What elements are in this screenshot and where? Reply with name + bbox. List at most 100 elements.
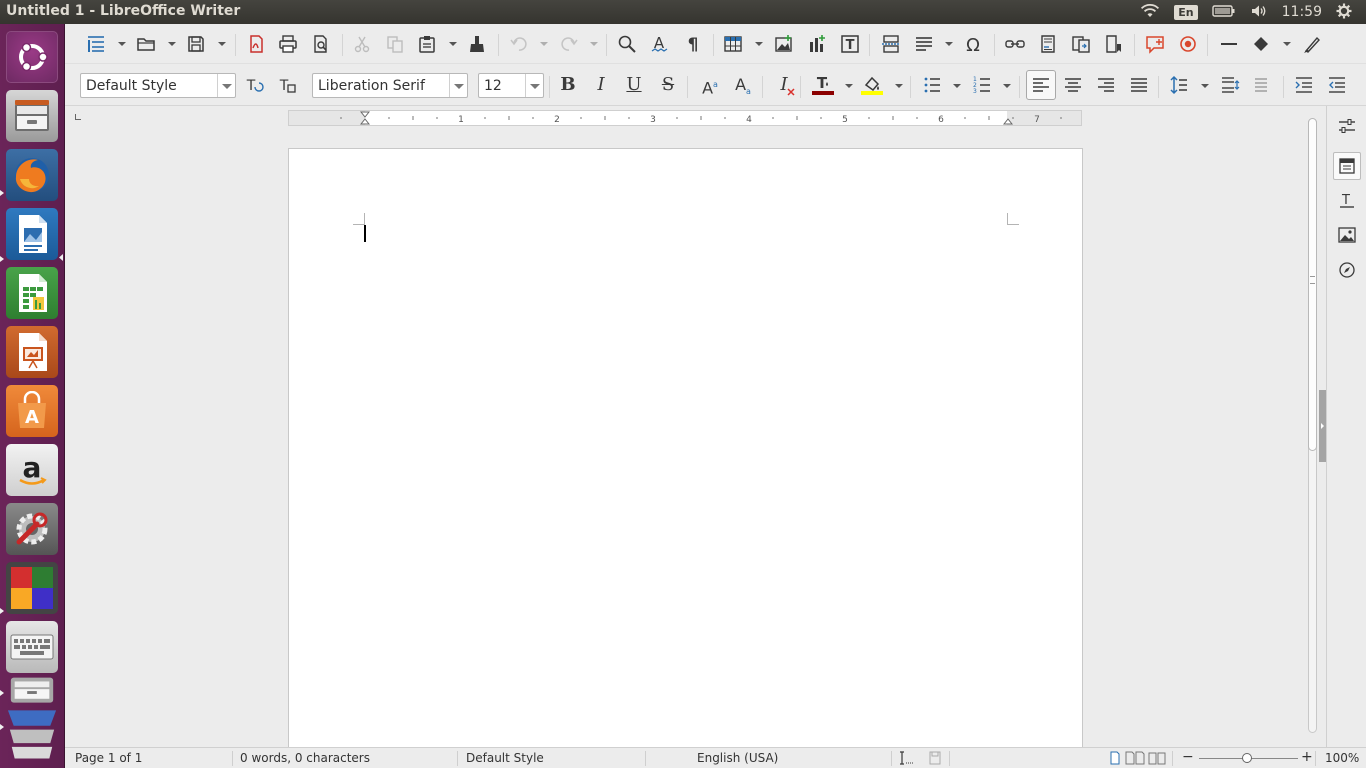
zoom-slider-knob[interactable] — [1242, 753, 1252, 763]
insert-special-character-icon[interactable]: Ω — [961, 32, 985, 56]
impress-launcher[interactable] — [6, 326, 58, 378]
insert-chart-icon[interactable] — [805, 32, 829, 56]
basic-shapes-diamond-icon[interactable] — [1249, 32, 1273, 56]
scrollbar-thumb[interactable] — [1308, 118, 1317, 451]
print-icon[interactable] — [276, 32, 300, 56]
battery-icon[interactable] — [1211, 4, 1236, 20]
files-stack-launcher[interactable] — [6, 674, 58, 764]
vertical-scrollbar[interactable] — [1306, 106, 1319, 747]
strikethrough-button[interactable]: S — [656, 72, 680, 98]
paste-dropdown-arrow[interactable] — [448, 40, 457, 48]
font-size-dropdown-arrow[interactable] — [525, 74, 543, 97]
italic-button[interactable]: I — [589, 72, 613, 98]
insert-bookmark-icon[interactable] — [1101, 32, 1125, 56]
word-count[interactable]: 0 words, 0 characters — [240, 751, 370, 765]
insert-image-icon[interactable] — [772, 32, 796, 56]
justify-icon[interactable] — [1127, 73, 1151, 97]
tab-stop-type-selector[interactable] — [75, 114, 81, 120]
basic-shapes-dropdown-arrow[interactable] — [1282, 40, 1291, 48]
print-preview-icon[interactable] — [309, 32, 333, 56]
line-spacing-icon[interactable] — [1167, 73, 1191, 97]
zoom-out-button[interactable]: − — [1182, 749, 1194, 765]
system-settings-launcher[interactable] — [6, 503, 58, 555]
clear-formatting-button[interactable]: I — [772, 72, 796, 98]
line-spacing-dropdown-arrow[interactable] — [1200, 82, 1209, 90]
increase-paragraph-spacing-icon[interactable] — [1218, 73, 1242, 97]
formatting-marks-icon[interactable]: ¶ — [681, 32, 705, 56]
new-document-icon[interactable] — [84, 32, 108, 56]
amazon-launcher[interactable]: a — [6, 444, 58, 496]
open-dropdown-arrow[interactable] — [167, 40, 176, 48]
insert-line-icon[interactable] — [1217, 32, 1241, 56]
workspace-switcher-launcher[interactable] — [6, 562, 58, 614]
numbering-dropdown-arrow[interactable] — [1002, 82, 1011, 90]
insert-comment-icon[interactable] — [1143, 32, 1167, 56]
insert-table-icon[interactable] — [721, 32, 745, 56]
zoom-in-button[interactable]: + — [1301, 749, 1313, 765]
cut-icon[interactable] — [350, 32, 374, 56]
save-icon[interactable] — [184, 32, 208, 56]
font-name-input[interactable] — [318, 77, 448, 95]
insert-cross-reference-icon[interactable] — [1069, 32, 1093, 56]
font-color-dropdown-arrow[interactable] — [844, 82, 853, 90]
spelling-icon[interactable]: A — [648, 32, 672, 56]
increase-indent-icon[interactable] — [1292, 73, 1316, 97]
sidebar-properties-icon[interactable] — [1333, 112, 1361, 140]
redo-dropdown-arrow[interactable] — [589, 40, 598, 48]
insert-table-dropdown-arrow[interactable] — [754, 40, 763, 48]
numbering-icon[interactable]: 123 — [970, 73, 994, 97]
ubuntu-software-launcher[interactable]: A — [6, 385, 58, 437]
clock[interactable]: 11:59 — [1282, 4, 1322, 20]
right-indent-marker[interactable] — [1002, 111, 1014, 125]
insert-field-dropdown-arrow[interactable] — [944, 40, 953, 48]
save-dropdown-arrow[interactable] — [217, 40, 226, 48]
decrease-paragraph-spacing-icon[interactable] — [1251, 73, 1275, 97]
first-line-indent-marker[interactable] — [359, 111, 371, 125]
calc-launcher[interactable] — [6, 267, 58, 319]
show-draw-functions-icon[interactable] — [1300, 32, 1324, 56]
page-style[interactable]: Default Style — [466, 751, 544, 765]
undo-icon[interactable] — [507, 32, 531, 56]
onscreen-keyboard-launcher[interactable] — [6, 621, 58, 673]
highlight-color-dropdown-arrow[interactable] — [894, 82, 903, 90]
sidebar-collapse-handle[interactable] — [1319, 390, 1326, 462]
sidebar-page-icon[interactable]: T — [1333, 186, 1361, 214]
font-size-combo[interactable] — [478, 73, 544, 98]
track-changes-icon[interactable] — [1176, 32, 1200, 56]
font-size-input[interactable] — [484, 77, 524, 95]
redo-icon[interactable] — [557, 32, 581, 56]
bullets-dropdown-arrow[interactable] — [952, 82, 961, 90]
new-dropdown-arrow[interactable] — [117, 40, 126, 48]
ubuntu-dash-button[interactable] — [6, 31, 58, 83]
single-page-view-icon[interactable] — [1109, 751, 1121, 768]
paragraph-style-input[interactable] — [86, 77, 216, 95]
insert-page-break-icon[interactable] — [879, 32, 903, 56]
sidebar-styles-icon[interactable] — [1333, 152, 1361, 180]
new-style-icon[interactable]: T — [275, 73, 299, 97]
files-launcher[interactable] — [6, 90, 58, 142]
font-name-dropdown-arrow[interactable] — [449, 74, 467, 97]
bold-button[interactable]: B — [556, 72, 580, 98]
document-modified-icon[interactable] — [929, 751, 941, 768]
sidebar-navigator-icon[interactable] — [1333, 256, 1361, 284]
highlight-color-icon[interactable] — [860, 73, 884, 97]
font-color-icon[interactable]: T — [811, 73, 835, 97]
firefox-launcher[interactable] — [6, 149, 58, 201]
text-language[interactable]: English (USA) — [697, 751, 778, 765]
superscript-button[interactable]: Aa — [698, 72, 722, 98]
underline-button[interactable]: U — [622, 72, 646, 98]
paragraph-style-dropdown-arrow[interactable] — [217, 74, 235, 97]
wifi-icon[interactable] — [1140, 3, 1160, 21]
font-name-combo[interactable] — [312, 73, 468, 98]
paragraph-style-combo[interactable] — [80, 73, 236, 98]
document-page[interactable] — [288, 148, 1083, 748]
export-pdf-icon[interactable] — [244, 32, 268, 56]
undo-dropdown-arrow[interactable] — [539, 40, 548, 48]
align-left-icon[interactable] — [1026, 70, 1056, 100]
settings-gear-icon[interactable] — [1336, 3, 1352, 22]
zoom-percentage[interactable]: 100% — [1325, 751, 1359, 765]
find-replace-icon[interactable] — [615, 32, 639, 56]
update-style-icon[interactable]: T — [242, 73, 266, 97]
subscript-button[interactable]: Aa — [731, 72, 755, 98]
writer-launcher[interactable] — [6, 208, 58, 260]
